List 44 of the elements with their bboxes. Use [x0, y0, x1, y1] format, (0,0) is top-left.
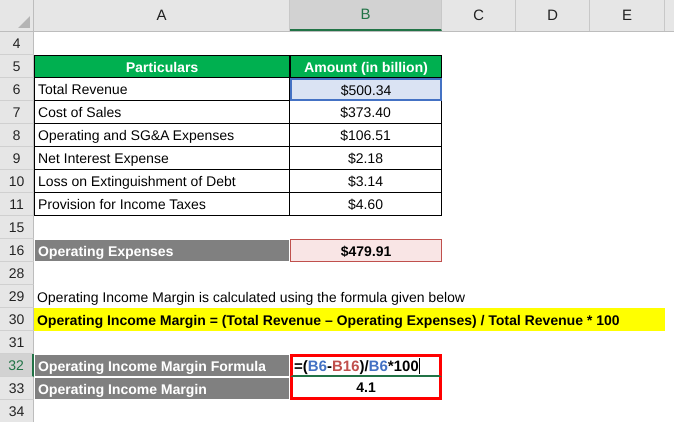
column-header[interactable]: B: [290, 0, 442, 31]
column-header[interactable]: E: [590, 0, 665, 31]
formula-text: Operating Income Margin = (Total Revenue – Operating Expenses) / Total Revenue * 100: [37, 312, 620, 328]
row-number[interactable]: 6: [0, 78, 34, 101]
table-cell: Net Interest Expense: [34, 147, 290, 170]
row-number[interactable]: 30: [0, 308, 34, 331]
row-number[interactable]: 15: [0, 216, 34, 239]
row-number[interactable]: 16: [0, 239, 34, 262]
row-number[interactable]: 29: [0, 285, 34, 308]
formula-cell[interactable]: =(B6-B16)/B6*100: [290, 354, 442, 377]
table-cell[interactable]: $2.18: [290, 147, 442, 170]
header-cell: Amount (in billion): [290, 55, 442, 78]
row-number[interactable]: 9: [0, 147, 34, 170]
table-cell: Operating and SG&A Expenses: [34, 124, 290, 147]
row-number[interactable]: 5: [0, 55, 34, 78]
result-cell: 4.1: [290, 377, 442, 400]
row-number[interactable]: 11: [0, 193, 34, 216]
table-cell: Total Revenue: [34, 78, 290, 101]
table-cell[interactable]: $4.60: [290, 193, 442, 216]
header-cell: Particulars: [34, 55, 290, 78]
table-cell[interactable]: $106.51: [290, 124, 442, 147]
note-text: Operating Income Margin is calculated using the formula given below: [37, 288, 466, 304]
table-cell: Cost of Sales: [34, 101, 290, 124]
column-header[interactable]: D: [516, 0, 590, 31]
label-cell: Operating Income Margin: [34, 377, 290, 400]
table-cell: Provision for Income Taxes: [34, 193, 290, 216]
row-number[interactable]: 10: [0, 170, 34, 193]
row-number[interactable]: 7: [0, 101, 34, 124]
column-header[interactable]: C: [442, 0, 516, 31]
row-number[interactable]: 4: [0, 32, 34, 55]
table-cell[interactable]: $373.40: [290, 101, 442, 124]
table-cell[interactable]: $500.34: [290, 78, 442, 101]
row-number[interactable]: 34: [0, 400, 34, 422]
triangle-icon: [18, 16, 30, 28]
row-number[interactable]: 28: [0, 262, 34, 285]
total-cell: $479.91: [290, 239, 442, 262]
table-cell[interactable]: $3.14: [290, 170, 442, 193]
row-number[interactable]: 33: [0, 377, 34, 400]
row-number[interactable]: 31: [0, 331, 34, 354]
row-number[interactable]: 32: [0, 354, 34, 377]
row-number[interactable]: 8: [0, 124, 34, 147]
table-cell: Loss on Extinguishment of Debt: [34, 170, 290, 193]
label-cell: Operating Income Margin Formula: [34, 354, 290, 377]
label-cell: Operating Expenses: [34, 239, 290, 262]
